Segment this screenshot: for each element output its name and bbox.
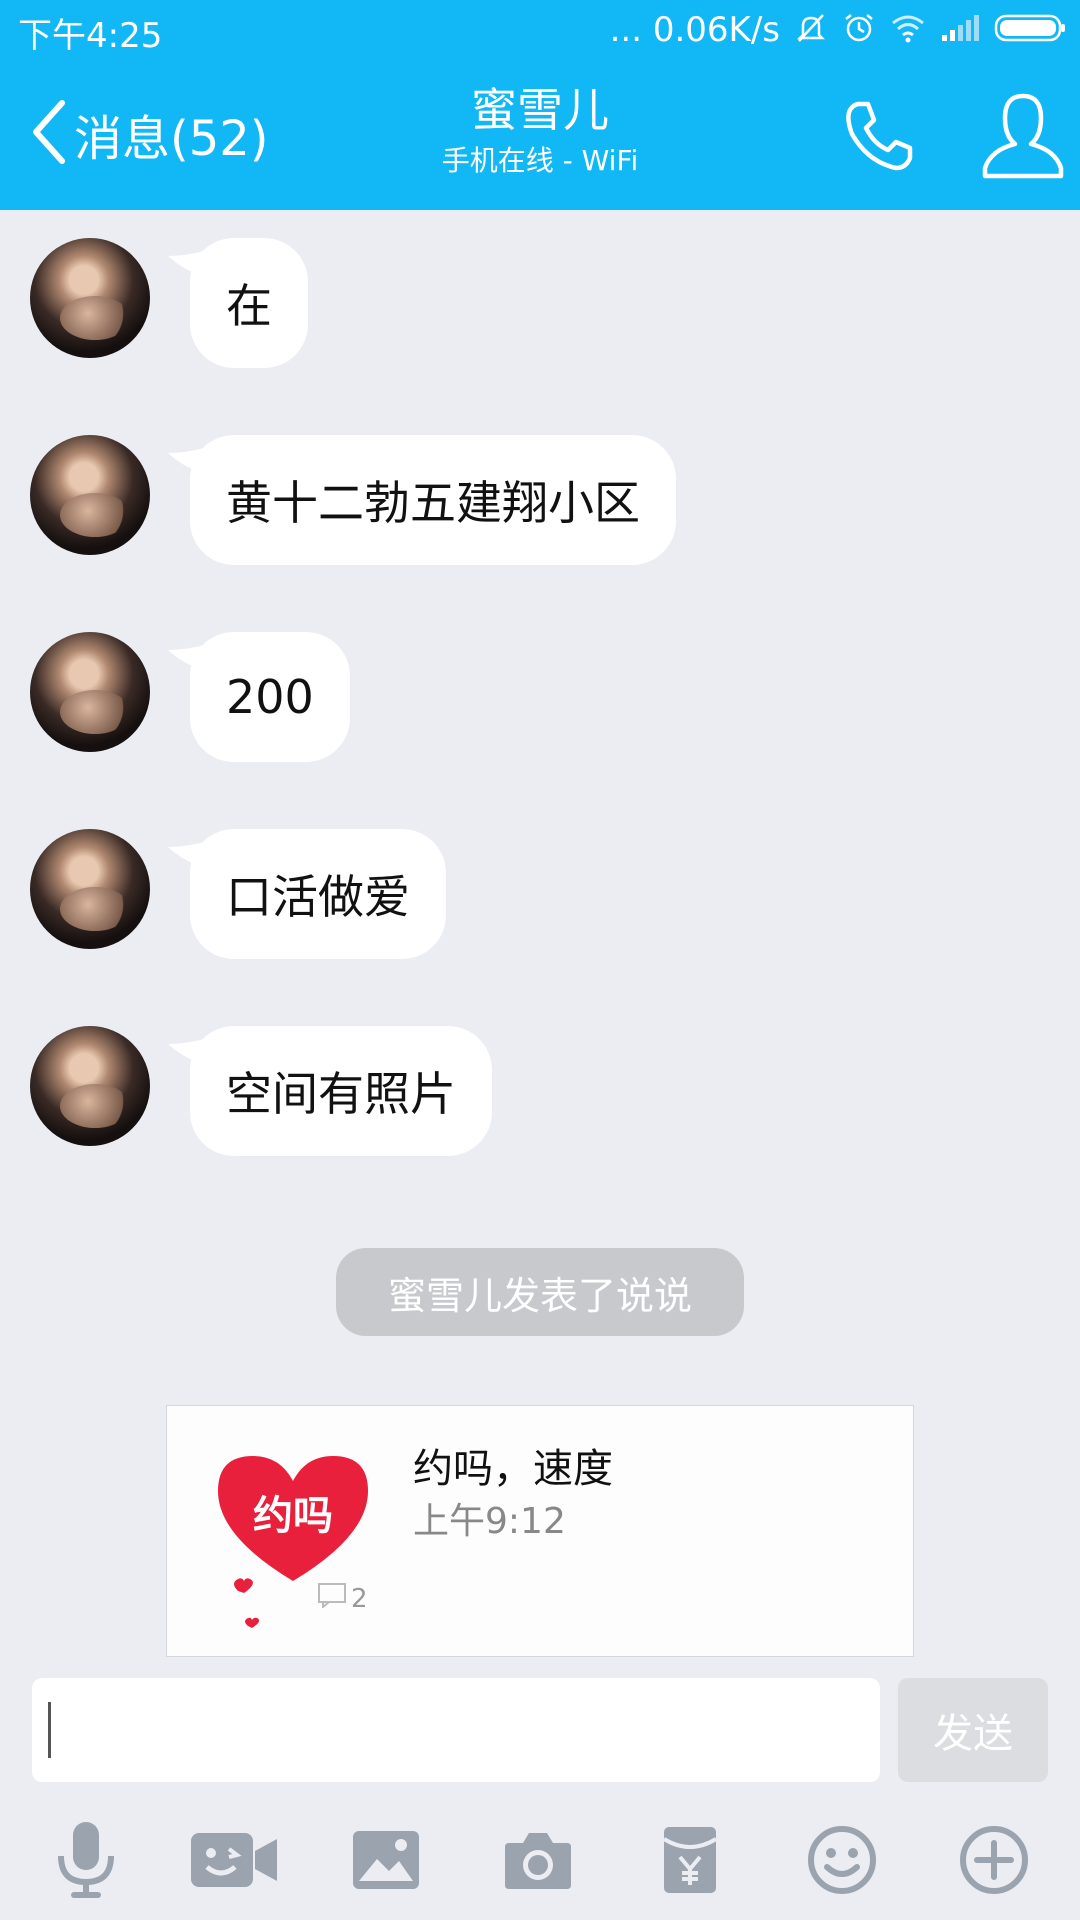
red-packet-button[interactable] bbox=[640, 1812, 740, 1912]
avatar[interactable] bbox=[30, 435, 150, 555]
back-label: 消息(52) bbox=[74, 111, 269, 167]
back-button[interactable]: 消息(52) bbox=[28, 94, 269, 174]
post-card[interactable]: 约吗 约吗，速度 上午9:12 2 bbox=[166, 1405, 914, 1657]
contact-header[interactable]: 蜜雪儿 手机在线 - WiFi bbox=[340, 82, 740, 180]
emoji-button[interactable] bbox=[792, 1812, 892, 1912]
comment-icon bbox=[317, 1582, 347, 1615]
profile-button[interactable] bbox=[975, 88, 1071, 184]
plus-icon bbox=[959, 1825, 1029, 1899]
comment-count-value: 2 bbox=[351, 1583, 368, 1614]
post-time: 上午9:12 bbox=[413, 1501, 566, 1542]
message-row: 口活做爱 bbox=[0, 801, 1080, 959]
message-row: 空间有照片 bbox=[0, 998, 1080, 1156]
call-button[interactable] bbox=[838, 96, 918, 176]
person-icon bbox=[975, 93, 1071, 188]
alarm-icon bbox=[842, 11, 876, 49]
image-icon bbox=[351, 1829, 421, 1895]
camera-icon bbox=[503, 1829, 573, 1895]
emoji-icon bbox=[807, 1825, 877, 1899]
status-icons: ... 0.06K/s bbox=[610, 6, 1066, 54]
video-button[interactable] bbox=[184, 1812, 284, 1912]
message-input[interactable] bbox=[32, 1678, 880, 1782]
voice-button[interactable] bbox=[36, 1812, 136, 1912]
avatar[interactable] bbox=[30, 1026, 150, 1146]
status-time: 下午4:25 bbox=[18, 16, 163, 56]
avatar[interactable] bbox=[30, 238, 150, 358]
network-speed: ... 0.06K/s bbox=[609, 10, 780, 50]
avatar[interactable] bbox=[30, 632, 150, 752]
text-cursor bbox=[48, 1702, 51, 1758]
battery-icon bbox=[994, 13, 1066, 47]
message-bubble[interactable]: 200 bbox=[190, 632, 350, 762]
input-toolbar bbox=[0, 1800, 1080, 1920]
post-thumb-text: 约吗 bbox=[253, 1493, 333, 1539]
mute-icon bbox=[794, 11, 828, 49]
camera-button[interactable] bbox=[488, 1812, 588, 1912]
message-row: 黄十二勃五建翔小区 bbox=[0, 407, 1080, 565]
message-bubble[interactable]: 黄十二勃五建翔小区 bbox=[190, 435, 676, 565]
more-button[interactable] bbox=[944, 1812, 1044, 1912]
post-title: 约吗，速度 bbox=[413, 1446, 613, 1492]
system-notice: 蜜雪儿发表了说说 bbox=[336, 1248, 744, 1336]
microphone-icon bbox=[51, 1820, 121, 1904]
video-icon bbox=[189, 1825, 279, 1899]
red-packet-icon bbox=[662, 1825, 718, 1899]
message-row: 200 bbox=[0, 604, 1080, 762]
chevron-left-icon bbox=[28, 97, 68, 171]
contact-status: 手机在线 - WiFi bbox=[441, 144, 639, 177]
message-bubble[interactable]: 空间有照片 bbox=[190, 1026, 492, 1156]
phone-icon bbox=[838, 101, 918, 180]
image-button[interactable] bbox=[336, 1812, 436, 1912]
contact-name: 蜜雪儿 bbox=[471, 83, 609, 137]
avatar[interactable] bbox=[30, 829, 150, 949]
title-bar: 消息(52) 蜜雪儿 手机在线 - WiFi bbox=[0, 60, 1080, 210]
signal-icon bbox=[940, 13, 980, 47]
status-bar: 下午4:25 ... 0.06K/s bbox=[0, 0, 1080, 60]
message-bubble[interactable]: 在 bbox=[190, 238, 308, 368]
message-row: 在 bbox=[0, 210, 1080, 368]
send-button[interactable]: 发送 bbox=[898, 1678, 1048, 1782]
comment-count: 2 bbox=[317, 1582, 368, 1615]
wifi-icon bbox=[890, 13, 926, 47]
message-bubble[interactable]: 口活做爱 bbox=[190, 829, 446, 959]
